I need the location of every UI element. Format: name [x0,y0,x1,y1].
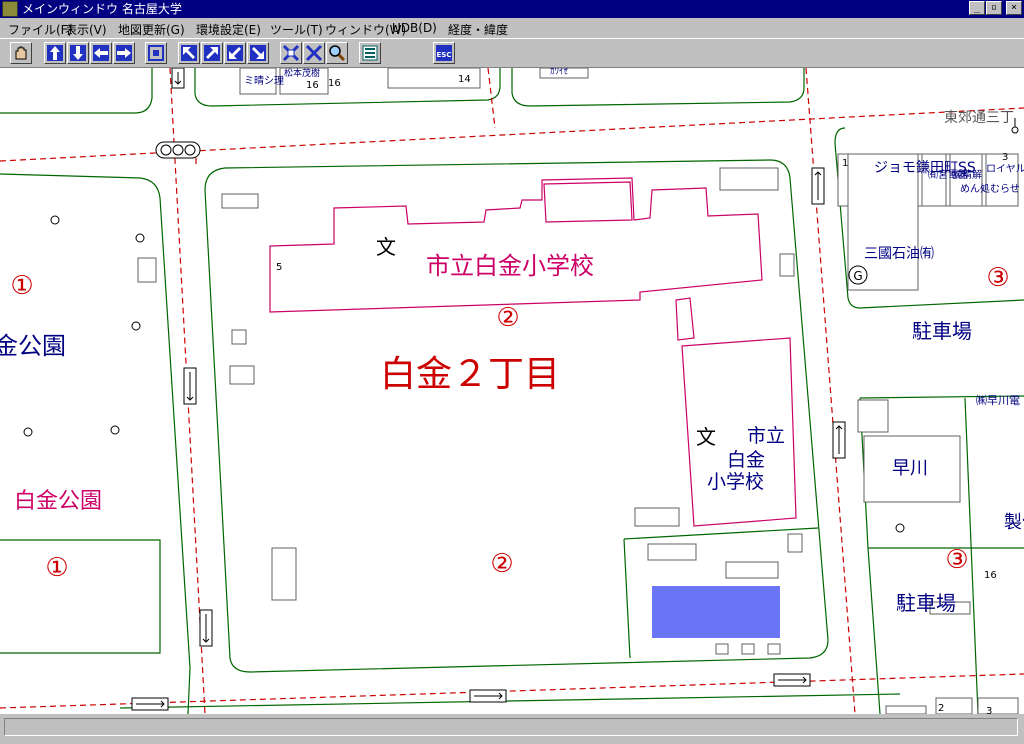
lot-number: 14 [458,74,471,85]
one-way-arrow-icon [773,673,811,687]
one-way-arrow-icon [832,421,846,459]
school-symbol: 文 [376,235,396,259]
minimize-button[interactable]: _ [969,1,985,15]
map-view[interactable]: G 白金２丁目 ① ① ② ② ③ ③ 市立白金小学校 白金公園 金公園 駐車場… [0,68,1024,714]
one-way-arrow-icon [811,167,825,205]
lot-number: 16 [984,570,997,581]
navy-labels: 金公園 駐車場 駐車場 早川 市立 白金 小学校 三國石油㈲ ジョモ鎌田町SS … [0,68,1024,615]
school-symbol: 文 [696,425,716,449]
zoom-out-icon[interactable] [303,42,325,64]
parking-label: 駐車場 [896,591,956,615]
lot-number: 2 [938,703,944,714]
arrow-right-icon[interactable] [113,42,135,64]
one-way-arrow-icon [469,689,507,703]
window-controls: _ ▫ × [969,1,1022,15]
school-label: 市立白金小学校 [426,252,594,280]
lot-number: 3 [986,706,992,714]
menu-udb[interactable]: UDB(D) [392,21,437,35]
status-panel [4,718,1018,736]
one-way-arrow-icon [131,697,169,711]
shop-label: めん処むらせ [960,182,1020,195]
road-name-label: 東郊通三丁 [944,109,1014,126]
school-label-vertical: 白金 [727,449,765,471]
block-number: ① [10,271,33,301]
traffic-signal-icon [155,141,201,159]
zoom-in-icon[interactable] [280,42,302,64]
top-label: 松本茂樹 [284,68,320,79]
lot-number: 16 [328,78,341,89]
school-label-vertical: 市立 [747,425,785,447]
esc-icon[interactable]: ESC [433,42,455,64]
top-label: ミ晴シ理 [244,74,284,87]
arrow-down-left-icon[interactable] [224,42,246,64]
arrow-up-icon[interactable] [44,42,66,64]
app-icon [2,1,18,17]
maximize-button[interactable]: ▫ [986,1,1002,15]
menu-settings[interactable]: 環境設定(E) [196,21,261,38]
oil-label: 三國石油㈲ [864,246,934,262]
hand-icon[interactable] [10,42,32,64]
title-bar: メインウィンドウ 名古屋大学 _ ▫ × [0,0,1024,18]
top-label: ｶﾜｲｾ [550,68,569,77]
block-number: ② [496,303,519,333]
block-number: ③ [945,545,968,575]
lot-number: 1 [842,158,848,169]
park-name: 白金公園 [14,489,102,514]
window-title: メインウィンドウ 名古屋大学 [22,2,182,16]
lot-number: 5 [276,262,282,273]
toolbar: ESC [0,38,1024,68]
arrow-left-icon[interactable] [90,42,112,64]
menu-latlon[interactable]: 経度・緯度 [448,21,508,38]
menu-tools[interactable]: ツール(T) [270,21,323,38]
building-hayakawa-label: 早川 [892,458,928,479]
parking-label: 駐車場 [912,319,972,343]
status-bar [0,714,1024,744]
company-label: ㈱早川電 [976,394,1020,407]
one-way-arrow-icon [183,367,197,405]
fit-view-icon[interactable] [145,42,167,64]
menu-view[interactable]: 表示(V) [65,21,107,38]
lot-number: 16 [306,80,319,91]
gas-station-symbol: G [848,265,868,285]
park-label-partial: 金公園 [0,332,66,360]
factory-label: 製作所 [1004,512,1024,533]
layers-icon[interactable] [359,42,381,64]
arrow-down-right-icon[interactable] [247,42,269,64]
magnifier-icon[interactable] [326,42,348,64]
svg-text:ESC: ESC [437,51,452,59]
block-number: ① [45,553,68,583]
block-number: ③ [986,263,1009,293]
svg-text:G: G [853,269,862,283]
arrow-down-icon[interactable] [67,42,89,64]
one-way-arrow-icon [199,609,213,647]
arrow-up-right-icon[interactable] [201,42,223,64]
block-number: ② [490,549,513,579]
district-label: 白金２丁目 [380,354,560,395]
close-button[interactable]: × [1006,1,1022,15]
highlighted-area[interactable] [652,586,780,638]
school-label-vertical: 小学校 [707,471,764,493]
map-canvas[interactable]: G 白金２丁目 ① ① ② ② ③ ③ 市立白金小学校 白金公園 金公園 駐車場… [0,68,1024,714]
shop-label: ロイヤル [986,164,1024,175]
one-way-arrow-icon [171,68,185,89]
menu-map-update[interactable]: 地図更新(G) [118,21,185,38]
shop-label: ㈱精解 [952,168,982,181]
arrow-up-left-icon[interactable] [178,42,200,64]
lot-number: 3 [1002,152,1008,163]
menu-bar: ファイル(F) 表示(V) 地図更新(G) 環境設定(E) ツール(T) ウィン… [0,18,1024,38]
menu-file[interactable]: ファイル(F) [8,21,72,38]
